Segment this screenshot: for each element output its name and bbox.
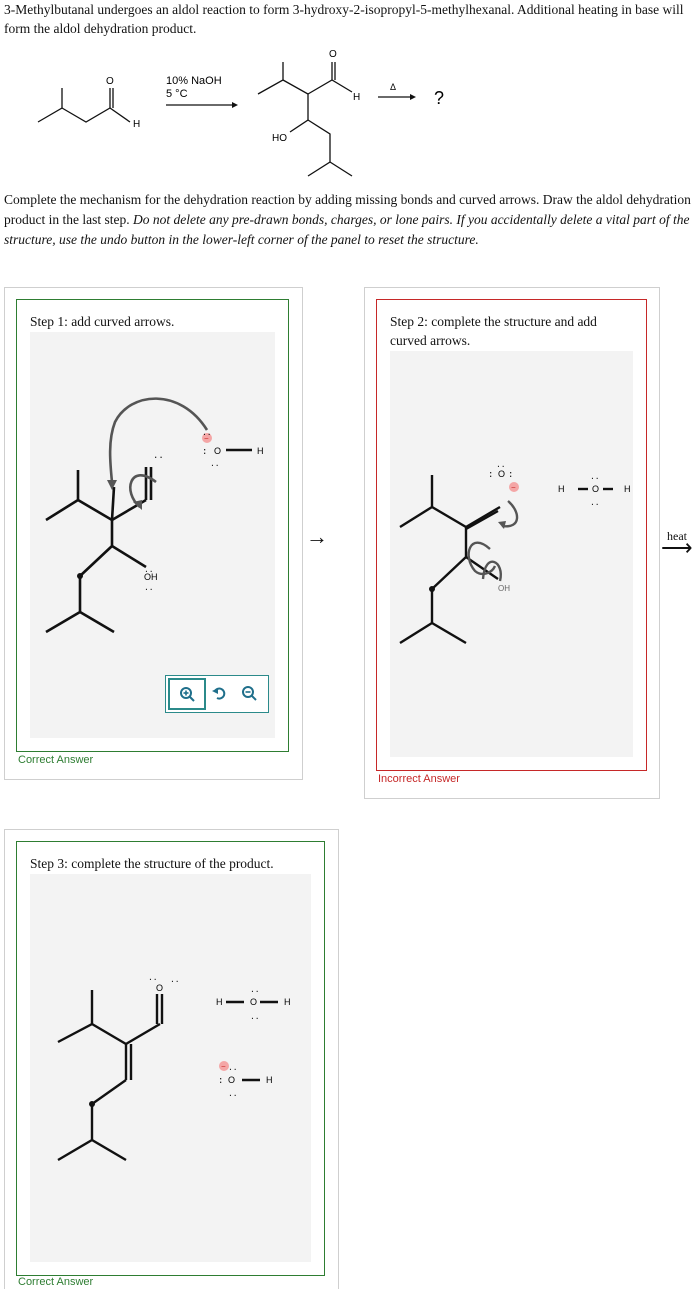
step1-lp-bottom: .. xyxy=(210,460,220,469)
step3-o-lp-right: .. xyxy=(170,976,180,985)
step2-water-lp-top: .. xyxy=(590,473,600,482)
step2-water-h2: H xyxy=(624,484,631,494)
delta-symbol: Δ xyxy=(390,82,396,92)
step2-o-label: O xyxy=(498,469,505,479)
instructions: Complete the mechanism for the dehydrati… xyxy=(4,190,692,250)
step2-lp-left: : xyxy=(488,470,493,480)
step3-hydroxide-o: O xyxy=(228,1075,235,1085)
product-h-label: H xyxy=(353,92,360,103)
unknown-product: ? xyxy=(434,88,444,108)
step1-h-label: H xyxy=(257,446,264,456)
step3-water-h2: H xyxy=(284,997,291,1007)
step1-title: Step 1: add curved arrows. xyxy=(30,314,175,329)
step3-hydroxide-lp-bottom: .. xyxy=(228,1090,238,1099)
undo-icon[interactable] xyxy=(204,678,234,708)
step2-lp-right: : xyxy=(508,470,513,480)
step1-status: Correct Answer xyxy=(18,754,94,766)
conditions-line2: 5 °C xyxy=(166,88,188,100)
step2-oh-label: OH xyxy=(498,584,510,593)
aldehyde-h-label: H xyxy=(133,119,140,130)
step2-water-h1: H xyxy=(558,484,565,494)
step2-charge: − xyxy=(511,483,516,492)
step1-oh-label: OH xyxy=(144,572,158,582)
step1-o-label: O xyxy=(214,446,221,456)
step3-structure: .. O .. .. H O H .. − .. : O .. H xyxy=(57,974,291,1162)
step3-water-h1: H xyxy=(216,997,223,1007)
step3-o-label: O xyxy=(156,983,163,993)
step2-title: Step 2: complete the structure and add c… xyxy=(390,314,597,348)
step1-aldehyde-lp: .. xyxy=(153,451,164,461)
step1-oh-lp-bottom: .. xyxy=(144,584,154,593)
step3-water-lp-top: .. xyxy=(250,986,260,995)
step3-status: Correct Answer xyxy=(18,1276,94,1288)
step3-title: Step 3: complete the structure of the pr… xyxy=(30,856,274,871)
intro-text: 3-Methylbutanal undergoes an aldol react… xyxy=(4,2,684,36)
step3-hydroxide-lp-top: .. xyxy=(228,1064,238,1073)
reaction-scheme: O H 10% NaOH 5 °C O H HO Δ ? xyxy=(37,49,444,177)
step2-water-o: O xyxy=(592,484,599,494)
step1-lp-top: .. xyxy=(202,429,212,438)
conditions-line1: 10% NaOH xyxy=(166,75,222,87)
zoom-in-icon[interactable] xyxy=(168,678,206,710)
step2-structure: − .. : O : .. H O H .. OH xyxy=(399,461,631,645)
step1-toolbar xyxy=(165,675,269,713)
step3-hydroxide-h: H xyxy=(266,1075,273,1085)
step3-charge: − xyxy=(221,1062,226,1071)
heat-arrow: ⟶ xyxy=(661,535,693,560)
step-arrow: → xyxy=(306,524,328,549)
zoom-out-icon[interactable] xyxy=(234,678,264,708)
step3-water-lp-bottom: .. xyxy=(250,1013,260,1022)
step3-water-o: O xyxy=(250,997,257,1007)
step3-hydroxide-lp-left: : xyxy=(218,1076,223,1086)
step3-o-lp-left: .. xyxy=(148,974,158,983)
step2-water-lp-bottom: .. xyxy=(590,499,600,508)
step1-lp-left: : xyxy=(202,447,207,457)
product-ho-label: HO xyxy=(272,133,287,144)
product-o-label: O xyxy=(329,49,337,60)
step2-status: Incorrect Answer xyxy=(378,773,460,785)
aldehyde-o-label: O xyxy=(106,76,114,87)
